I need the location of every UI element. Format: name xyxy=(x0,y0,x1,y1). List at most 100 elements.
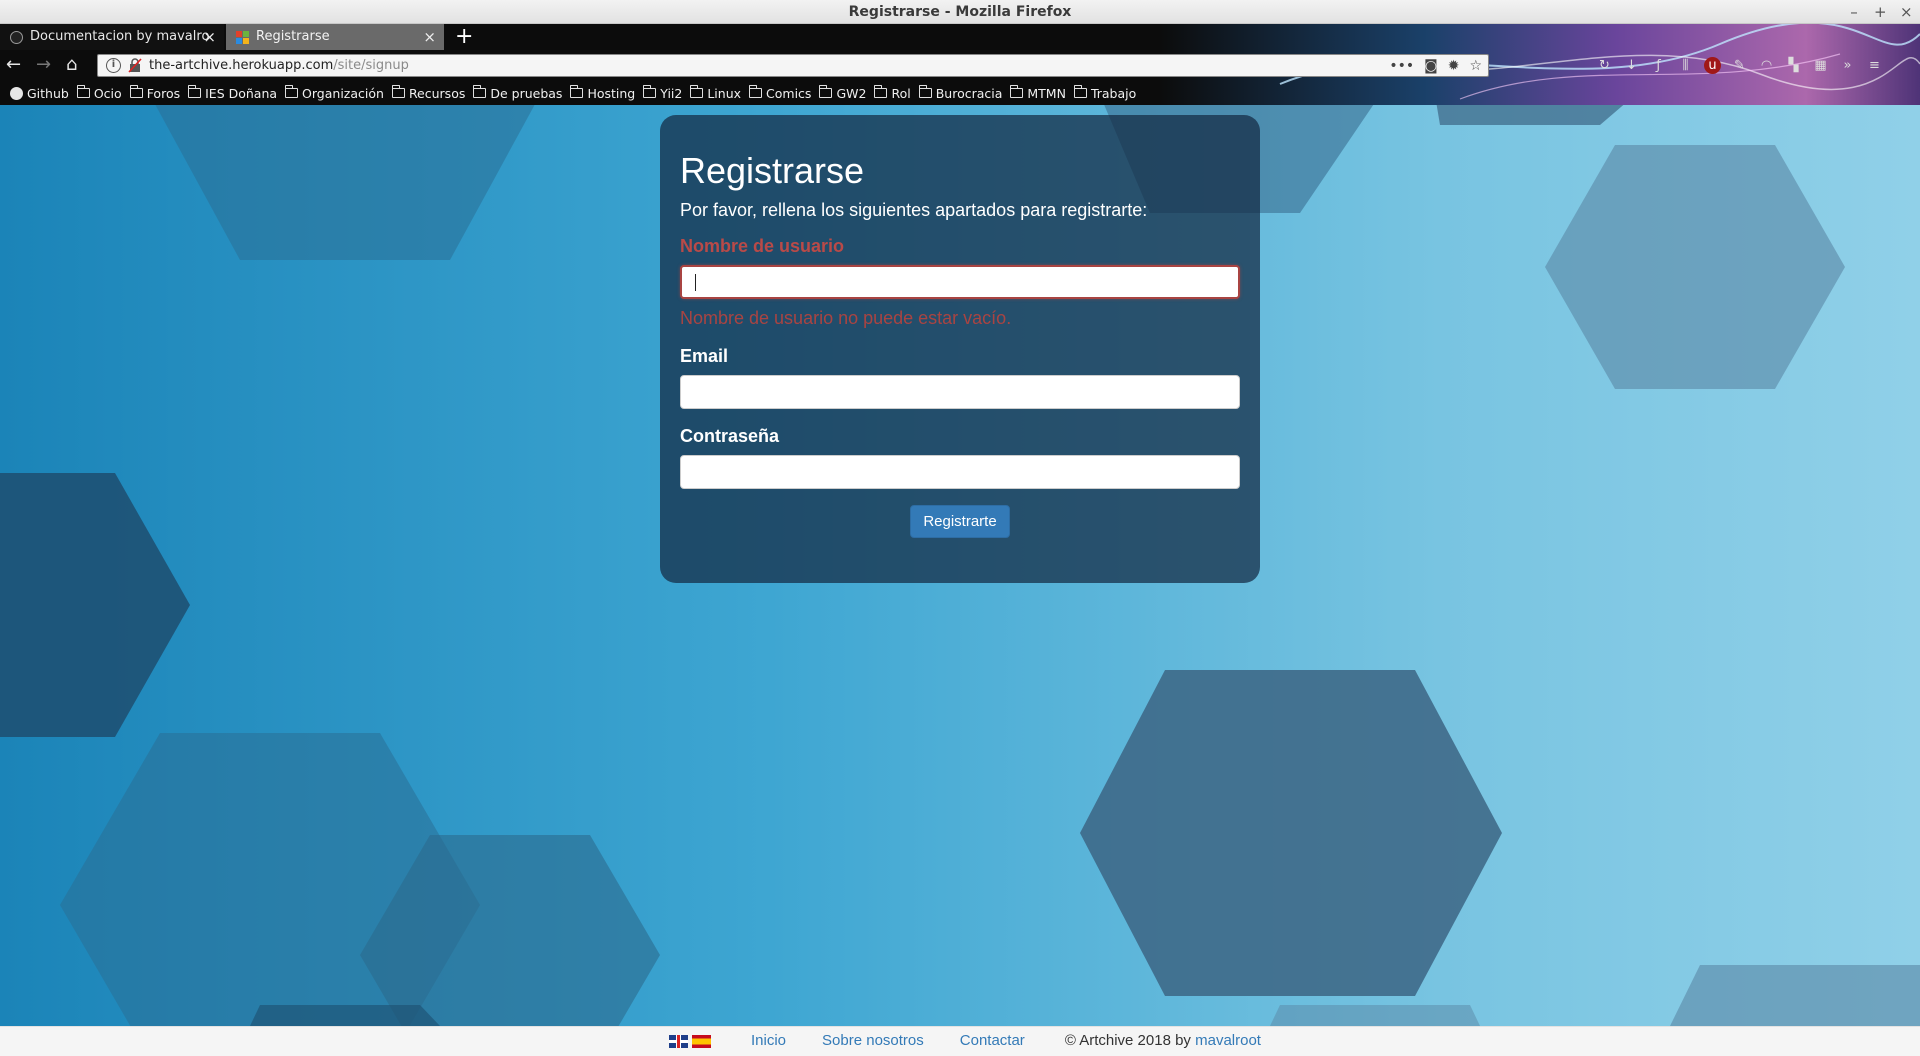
folder-icon xyxy=(819,85,833,98)
url-bar[interactable]: i the-artchive.herokuapp.com/site/signup… xyxy=(97,54,1489,77)
overflow-icon[interactable]: » xyxy=(1839,57,1856,74)
close-tab-icon[interactable]: × xyxy=(203,24,216,50)
folder-icon xyxy=(188,85,202,98)
footer-link-sobre-nosotros[interactable]: Sobre nosotros xyxy=(822,1027,924,1055)
folder-icon xyxy=(874,85,888,98)
bookmark-folder[interactable]: GW2 xyxy=(819,85,866,101)
bookmark-label: Ocio xyxy=(93,85,122,101)
bookmark-folder[interactable]: Trabajo xyxy=(1073,85,1137,101)
folder-icon xyxy=(129,85,143,98)
page-actions-icon[interactable]: ••• xyxy=(1389,57,1414,75)
url-host: the-artchive.herokuapp.com xyxy=(149,58,334,73)
toolbar-icons: ↻ ↓ ƒ ⫼ u ✎ ◠ ▚ ▦ » ≡ xyxy=(1596,57,1883,74)
username-error-message: Nombre de usuario no puede estar vacío. xyxy=(680,308,1012,328)
bookmark-folder[interactable]: MTMN xyxy=(1010,85,1066,101)
url-text[interactable]: the-artchive.herokuapp.com/site/signup xyxy=(149,55,409,77)
extension-icon[interactable]: ✎ xyxy=(1731,57,1748,74)
footer-link-contactar[interactable]: Contactar xyxy=(960,1027,1025,1055)
bookmark-folder[interactable]: Rol xyxy=(874,85,911,101)
bookmark-folder[interactable]: Comics xyxy=(749,85,812,101)
footer-link-inicio[interactable]: Inicio xyxy=(751,1027,786,1055)
maximize-button[interactable]: + xyxy=(1874,0,1887,24)
url-path: /site/signup xyxy=(333,58,409,73)
spanish-flag-icon[interactable] xyxy=(692,1034,711,1048)
folder-icon xyxy=(918,85,932,98)
window-controls: – + × xyxy=(1848,0,1912,24)
library-icon[interactable]: ⫼ xyxy=(1677,57,1694,74)
email-field[interactable] xyxy=(680,375,1240,409)
new-tab-button[interactable]: + xyxy=(455,24,473,50)
reader-icon[interactable]: ✹ xyxy=(1448,57,1460,75)
folder-icon xyxy=(1073,85,1087,98)
folder-icon xyxy=(749,85,763,98)
folder-icon xyxy=(391,85,405,98)
bookmarks-toolbar: Github Ocio Foros IES Doñana Organizació… xyxy=(0,81,1920,105)
bookmark-folder[interactable]: Ocio xyxy=(76,85,122,101)
password-field[interactable] xyxy=(680,455,1240,489)
download-icon[interactable]: ↓ xyxy=(1623,57,1640,74)
folder-icon xyxy=(690,85,704,98)
close-tab-icon[interactable]: × xyxy=(423,24,436,50)
url-actions: ••• ◙ ✹ ☆ xyxy=(1389,57,1482,75)
forward-button[interactable]: → xyxy=(36,54,51,76)
bookmark-label: Yii2 xyxy=(660,85,683,101)
bookmark-label: Burocracia xyxy=(935,85,1003,101)
home-button[interactable]: ⌂ xyxy=(66,54,77,76)
sync-icon[interactable]: ◠ xyxy=(1758,57,1775,74)
bookmark-star-icon[interactable]: ☆ xyxy=(1469,57,1482,75)
bookmark-label: De pruebas xyxy=(490,85,563,101)
insecure-lock-icon[interactable] xyxy=(128,58,142,73)
footer-content: Inicio Sobre nosotros Contactar © Artchi… xyxy=(669,1027,1261,1055)
page-viewport: Registrarse Por favor, rellena los sigui… xyxy=(0,105,1920,1026)
grid-icon[interactable]: ▦ xyxy=(1812,57,1829,74)
folder-icon xyxy=(1010,85,1024,98)
bookmark-folder[interactable]: Organización xyxy=(285,85,384,101)
folder-icon xyxy=(643,85,657,98)
page-title: Registrarse xyxy=(680,150,865,191)
username-field[interactable] xyxy=(680,265,1240,299)
folder-icon xyxy=(570,85,584,98)
window-titlebar: Registrarse - Mozilla Firefox – + × xyxy=(0,0,1920,24)
bookmark-label: Linux xyxy=(707,85,742,101)
tab-strip: Documentacion by mavalro × Registrarse ×… xyxy=(0,24,1920,50)
info-icon[interactable]: i xyxy=(106,58,121,73)
copyright: © Artchive 2018 by mavalroot xyxy=(1065,1027,1261,1055)
bookmark-label: Rol xyxy=(891,85,911,101)
bookmark-folder[interactable]: Burocracia xyxy=(918,85,1003,101)
bookmark-folder[interactable]: Recursos xyxy=(391,85,465,101)
minimize-button[interactable]: – xyxy=(1848,0,1860,24)
bookmark-label: Hosting xyxy=(587,85,636,101)
tab-label: Registrarse xyxy=(256,29,330,44)
author-link[interactable]: mavalroot xyxy=(1195,1032,1261,1049)
reload-icon[interactable]: ↻ xyxy=(1596,57,1613,74)
color-picker-icon[interactable]: ▚ xyxy=(1785,57,1802,74)
register-button[interactable]: Registrarte xyxy=(910,505,1010,538)
menu-icon[interactable]: ≡ xyxy=(1866,57,1883,74)
username-label: Nombre de usuario xyxy=(680,236,845,256)
bookmark-label: Trabajo xyxy=(1090,85,1137,101)
ublock-icon[interactable]: u xyxy=(1704,57,1721,74)
bookmark-folder[interactable]: De pruebas xyxy=(473,85,563,101)
bookmark-github[interactable]: Github xyxy=(10,86,69,101)
extension-f-icon[interactable]: ƒ xyxy=(1650,57,1667,74)
bookmark-folder[interactable]: Hosting xyxy=(570,85,636,101)
text-caret xyxy=(695,274,696,291)
bookmark-label: Comics xyxy=(766,85,812,101)
english-flag-icon[interactable] xyxy=(669,1034,688,1048)
browser-chrome: Documentacion by mavalro × Registrarse ×… xyxy=(0,24,1920,105)
tab-registrarse[interactable]: Registrarse × xyxy=(226,24,444,50)
bookmark-folder[interactable]: Linux xyxy=(690,85,742,101)
bookmark-label: IES Doñana xyxy=(205,85,278,101)
close-window-button[interactable]: × xyxy=(1900,0,1913,24)
bookmark-folder[interactable]: Foros xyxy=(129,85,180,101)
back-button[interactable]: ← xyxy=(6,54,21,76)
site-favicon-icon xyxy=(236,31,249,44)
window-title: Registrarse - Mozilla Firefox xyxy=(848,4,1072,20)
bookmark-folder[interactable]: IES Doñana xyxy=(188,85,278,101)
page-footer: Inicio Sobre nosotros Contactar © Artchi… xyxy=(0,1026,1920,1056)
pocket-icon[interactable]: ◙ xyxy=(1424,57,1438,75)
email-label: Email xyxy=(680,346,729,366)
tab-documentacion[interactable]: Documentacion by mavalro × xyxy=(0,24,224,50)
bookmark-folder[interactable]: Yii2 xyxy=(643,85,683,101)
folder-icon xyxy=(76,85,90,98)
